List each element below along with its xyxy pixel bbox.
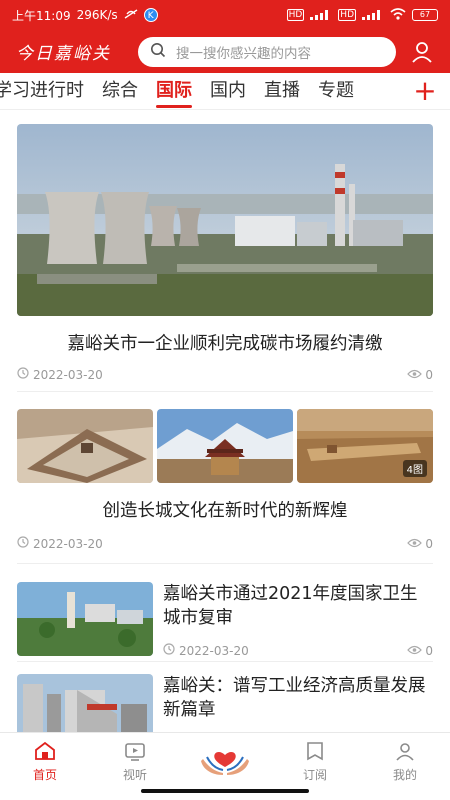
list-item[interactable]: 嘉峪关市一企业顺利完成碳市场履约清缴 2022-03-20 0 — [17, 110, 433, 392]
nav-home-label: 首页 — [32, 768, 57, 782]
eye-icon — [407, 644, 423, 658]
search-placeholder: 搜一搜你感兴趣的内容 — [176, 45, 311, 62]
eye-icon — [407, 368, 423, 382]
tab-domestic[interactable]: 国内 — [201, 73, 255, 109]
clock-icon — [163, 643, 175, 658]
subscribe-icon — [304, 741, 326, 764]
article-date: 2022-03-20 — [179, 643, 249, 658]
search-icon — [150, 42, 166, 62]
article-date: 2022-03-20 — [33, 367, 103, 382]
status-time: 上午11:09 — [12, 8, 71, 23]
k-badge-icon: K — [143, 8, 158, 22]
nav-profile[interactable]: 我的 — [360, 733, 450, 800]
article-date: 2022-03-20 — [33, 536, 103, 551]
battery-icon: 67 — [412, 9, 438, 21]
image-count-badge: 4图 — [402, 460, 427, 477]
user-icon[interactable] — [408, 38, 436, 66]
app-header: 上午11:09 296K/s K HD HD 67 今日嘉峪关 搜一搜你感兴趣的… — [0, 0, 450, 73]
view-count: 0 — [425, 367, 433, 382]
article-title: 嘉峪关市通过2021年度国家卫生城市复审 — [163, 584, 418, 628]
nav-profile-label: 我的 — [392, 768, 417, 782]
wifi-icon — [390, 7, 406, 23]
nav-subscribe-label: 订阅 — [302, 768, 327, 782]
home-icon — [34, 741, 56, 764]
article-title: 嘉峪关市一企业顺利完成碳市场履约清缴 — [67, 334, 383, 354]
tv-icon — [124, 741, 146, 764]
article-image — [17, 674, 153, 732]
clock-icon — [17, 536, 29, 551]
tab-live[interactable]: 直播 — [255, 73, 309, 109]
article-title: 嘉峪关：谱写工业经济高质量发展新篇章 — [163, 676, 426, 720]
list-item[interactable]: 嘉峪关：谱写工业经济高质量发展新篇章 — [17, 662, 433, 732]
nav-video-label: 视听 — [122, 768, 147, 782]
hd-icon: HD — [286, 9, 305, 21]
tab-study[interactable]: 学习进行时 — [0, 73, 93, 109]
status-speed: 296K/s — [76, 8, 118, 22]
tab-international[interactable]: 国际 — [147, 73, 201, 109]
tab-special[interactable]: 专题 — [309, 73, 363, 109]
article-image — [17, 582, 153, 656]
list-item[interactable]: 4图 创造长城文化在新时代的新辉煌 2022-03-20 0 — [17, 392, 433, 564]
article-image: 4图 — [297, 409, 433, 483]
article-image — [17, 409, 153, 483]
eye-icon — [407, 537, 423, 551]
no-disturb-icon — [124, 8, 138, 23]
signal-icon-1 — [310, 10, 332, 20]
app-logo: 今日嘉峪关 — [16, 44, 111, 64]
view-count: 0 — [425, 536, 433, 551]
news-feed: 嘉峪关市一企业顺利完成碳市场履约清缴 2022-03-20 0 4图 创造长城文… — [0, 110, 450, 732]
nav-home[interactable]: 首页 — [0, 733, 90, 800]
clock-icon — [17, 367, 29, 382]
search-input[interactable]: 搜一搜你感兴趣的内容 — [138, 36, 396, 67]
article-image — [157, 409, 293, 483]
status-bar: 上午11:09 296K/s K HD HD 67 — [0, 0, 450, 30]
add-channel-button[interactable]: + — [410, 73, 440, 109]
view-count: 0 — [425, 643, 433, 658]
tab-general[interactable]: 综合 — [93, 73, 147, 109]
hd-icon-2: HD — [338, 9, 356, 21]
signal-icon-2 — [362, 10, 384, 20]
profile-icon — [394, 741, 416, 764]
article-image — [17, 124, 433, 316]
list-item[interactable]: 嘉峪关市通过2021年度国家卫生城市复审 2022-03-20 0 — [17, 564, 433, 662]
article-title: 创造长城文化在新时代的新辉煌 — [102, 501, 348, 521]
channel-tabs: 学习进行时 综合 国际 国内 直播 专题 + — [0, 73, 450, 110]
home-indicator[interactable] — [141, 789, 309, 793]
